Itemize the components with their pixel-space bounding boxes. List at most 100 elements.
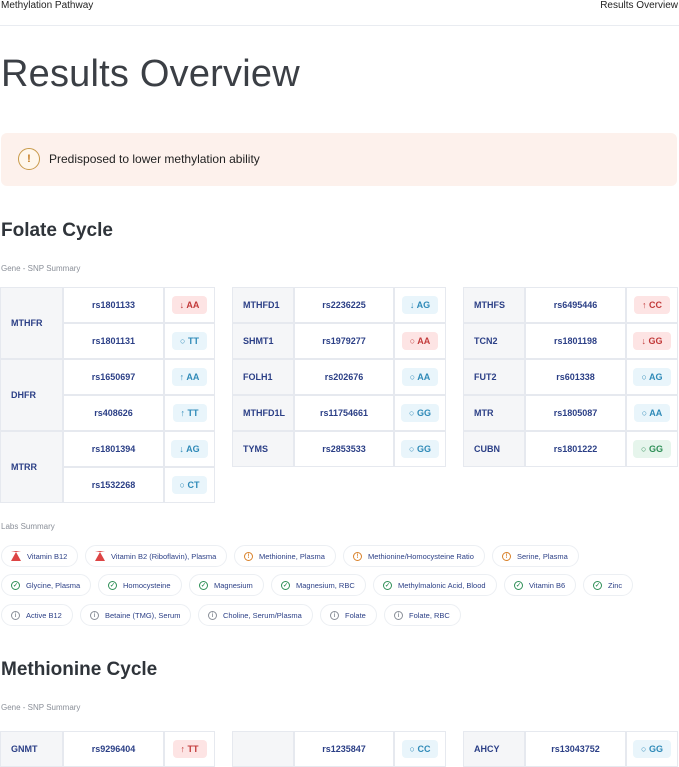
lab-chip[interactable]: ✓ Homocysteine <box>98 574 182 596</box>
lab-chip-label: Vitamin B2 (Riboflavin), Plasma <box>111 551 217 561</box>
rsid-text[interactable]: rs202676 <box>325 372 364 382</box>
lab-chip[interactable]: i Betaine (TMG), Serum <box>80 604 192 626</box>
genotype-cell: ↓ AG <box>394 287 446 323</box>
alert-text: Predisposed to lower methylation ability <box>49 152 260 166</box>
rsid-cell: rs1532268 <box>63 467 164 503</box>
rsid-cell: rs2853533 <box>294 431 394 467</box>
rsid-text[interactable]: rs2236225 <box>322 300 366 310</box>
rsid-text[interactable]: rs1532268 <box>92 480 136 490</box>
info-icon: ! <box>244 551 253 561</box>
rsid-cell: rs1801394 <box>63 431 164 467</box>
alert-banner: ! Predisposed to lower methylation abili… <box>1 133 677 186</box>
genotype-badge: ○ AG <box>633 368 671 386</box>
section-title-folate: Folate Cycle <box>1 220 113 241</box>
lab-chip[interactable]: ✓ Zinc <box>583 574 634 596</box>
info-icon: i <box>208 610 217 620</box>
genotype-cell: ○ GG <box>394 431 446 467</box>
lab-chip[interactable]: ✓ Methylmalonic Acid, Blood <box>373 574 497 596</box>
rsid-text[interactable]: rs1801198 <box>554 336 597 346</box>
genotype-badge: ↑ TT <box>172 740 207 758</box>
gene-cell: MTHFS <box>463 287 525 323</box>
lab-chip-label: Methionine, Plasma <box>259 551 325 561</box>
rsid-text[interactable]: rs1805087 <box>554 408 598 418</box>
lab-chip[interactable]: ✓ Magnesium, RBC <box>271 574 366 596</box>
lab-chip[interactable]: ! Methionine/Homocysteine Ratio <box>343 545 485 567</box>
rsid-text[interactable]: rs1650697 <box>92 372 136 382</box>
genotype-cell: ○ AA <box>394 323 446 359</box>
rsid-text[interactable]: rs13043752 <box>551 744 600 754</box>
lab-chip[interactable]: ✓ Vitamin B6 <box>504 574 577 596</box>
rsid-cell: rs11754661 <box>294 395 394 431</box>
check-icon: ✓ <box>514 580 523 590</box>
gene-name: MTHFR <box>11 318 43 328</box>
rsid-cell: rs2236225 <box>294 287 394 323</box>
info-icon: i <box>330 610 339 620</box>
rsid-text[interactable]: rs11754661 <box>320 408 368 418</box>
genotype-badge: ○ GG <box>401 404 439 422</box>
gene-name: MTRR <box>11 462 37 472</box>
genotype-cell: ↓ AA <box>164 287 215 323</box>
gene-cell: FOLH1 <box>232 359 294 395</box>
page-title: Results Overview <box>1 53 300 95</box>
gene-cell: CUBN <box>463 431 525 467</box>
lab-chip[interactable]: i Folate <box>320 604 377 626</box>
rsid-text[interactable]: rs9296404 <box>92 744 136 754</box>
rsid-text[interactable]: rs1801131 <box>92 336 135 346</box>
lab-chip[interactable]: ✓ Glycine, Plasma <box>1 574 92 596</box>
gene-name: MTHFD1 <box>243 300 280 310</box>
lab-chip[interactable]: ✓ Magnesium <box>189 574 264 596</box>
lab-chip-label: Betaine (TMG), Serum <box>105 610 181 620</box>
rsid-text[interactable]: rs6495446 <box>554 300 598 310</box>
rsid-text[interactable]: rs1979277 <box>322 336 366 346</box>
genotype-cell: ○ GG <box>394 395 446 431</box>
rsid-cell: rs202676 <box>294 359 394 395</box>
info-icon: ! <box>502 551 511 561</box>
lab-chip[interactable]: ! Serine, Plasma <box>492 545 579 567</box>
genotype-badge: ↓ AA <box>171 296 208 314</box>
gene-cell: MTHFR <box>0 287 63 359</box>
lab-chip-label: Choline, Serum/Plasma <box>223 610 302 620</box>
warning-icon <box>95 551 105 561</box>
lab-chip-label: Methylmalonic Acid, Blood <box>398 580 486 590</box>
rsid-text[interactable]: rs1235847 <box>322 744 366 754</box>
gene-name: SHMT1 <box>243 336 274 346</box>
snp-summary-label: Gene - SNP Summary <box>1 264 81 273</box>
lab-chip-label: Zinc <box>608 580 623 590</box>
lab-chip-label: Folate, RBC <box>409 610 450 620</box>
gene-cell: AHCY <box>463 731 525 767</box>
rsid-text[interactable]: rs2853533 <box>322 444 366 454</box>
rsid-cell: rs1235847 <box>294 731 394 767</box>
section-title-methionine: Methionine Cycle <box>1 659 158 680</box>
lab-chip[interactable]: ! Methionine, Plasma <box>234 545 336 567</box>
rsid-text[interactable]: rs1801133 <box>92 300 135 310</box>
rsid-cell: rs1801133 <box>63 287 164 323</box>
breadcrumb-pathway[interactable]: Methylation Pathway <box>1 0 93 11</box>
genotype-cell: ○ AA <box>394 359 446 395</box>
rsid-text[interactable]: rs1801394 <box>92 444 136 454</box>
genotype-cell: ○ AG <box>626 359 678 395</box>
rsid-text[interactable]: rs408626 <box>94 408 133 418</box>
lab-chip[interactable]: i Choline, Serum/Plasma <box>198 604 313 626</box>
gene-name: FUT2 <box>474 372 497 382</box>
gene-cell: TCN2 <box>463 323 525 359</box>
check-icon: ✓ <box>11 580 20 590</box>
genotype-badge: ↓ AG <box>171 440 208 458</box>
rsid-cell: rs13043752 <box>525 731 626 767</box>
rsid-text[interactable]: rs1801222 <box>554 444 598 454</box>
rsid-text[interactable]: rs601338 <box>556 372 595 382</box>
lab-chip-label: Glycine, Plasma <box>26 580 81 590</box>
genotype-cell: ↑ AA <box>164 359 215 395</box>
gene-name: MTR <box>474 408 494 418</box>
lab-chip[interactable]: Vitamin B2 (Riboflavin), Plasma <box>85 545 228 567</box>
check-icon: ✓ <box>593 580 602 590</box>
gene-name: AHCY <box>474 744 500 754</box>
gene-name: TYMS <box>243 444 269 454</box>
lab-chip[interactable]: i Folate, RBC <box>384 604 461 626</box>
gene-name: GNMT <box>11 744 38 754</box>
genotype-badge: ↓ AG <box>401 296 439 314</box>
rsid-cell: rs1801131 <box>63 323 164 359</box>
lab-chip[interactable]: i Active B12 <box>1 604 73 626</box>
gene-cell: TYMS <box>232 431 294 467</box>
lab-chip[interactable]: Vitamin B12 <box>1 545 79 567</box>
breadcrumb-results[interactable]: Results Overview <box>600 0 678 11</box>
